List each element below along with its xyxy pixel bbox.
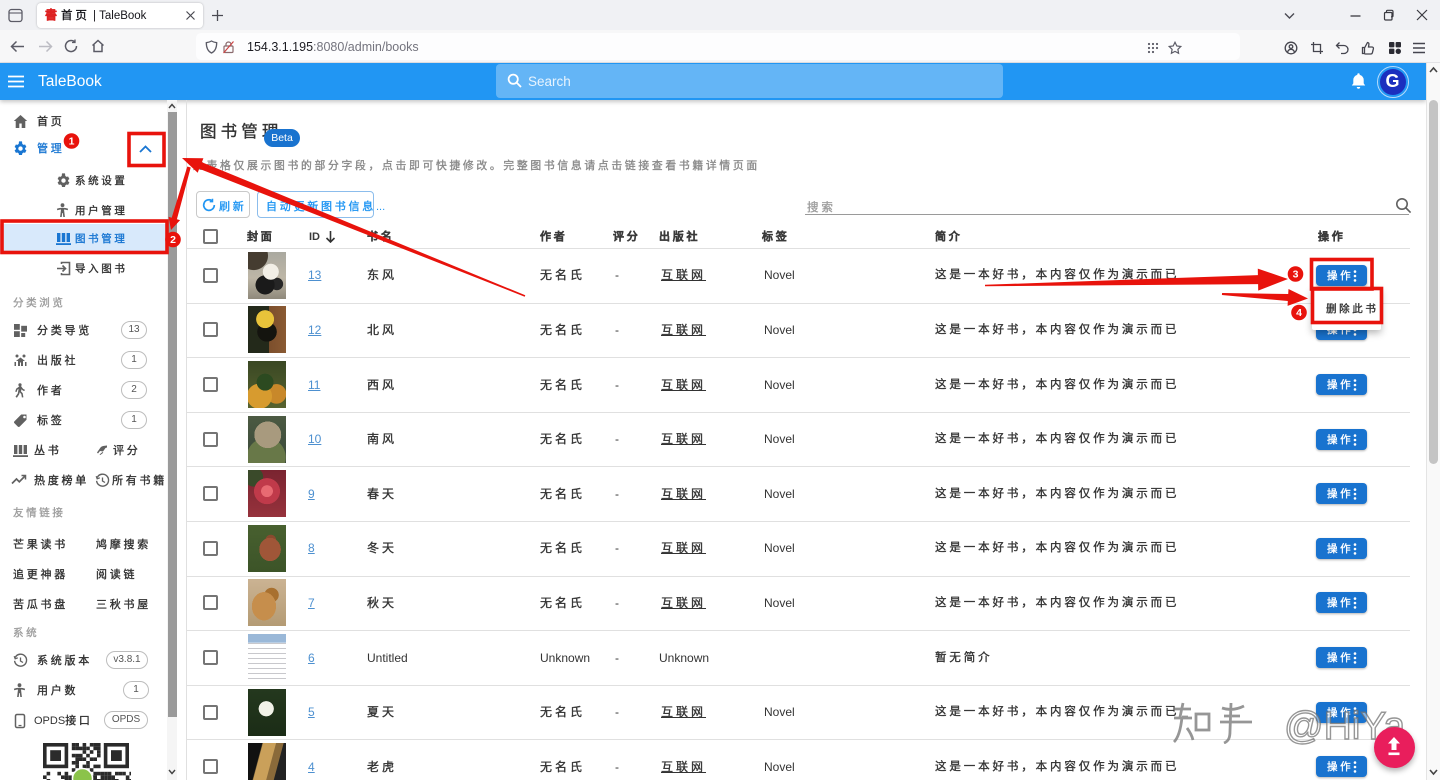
svg-text:4: 4	[1296, 307, 1302, 319]
svg-text:3: 3	[1293, 269, 1299, 281]
svg-text:1: 1	[69, 136, 75, 148]
